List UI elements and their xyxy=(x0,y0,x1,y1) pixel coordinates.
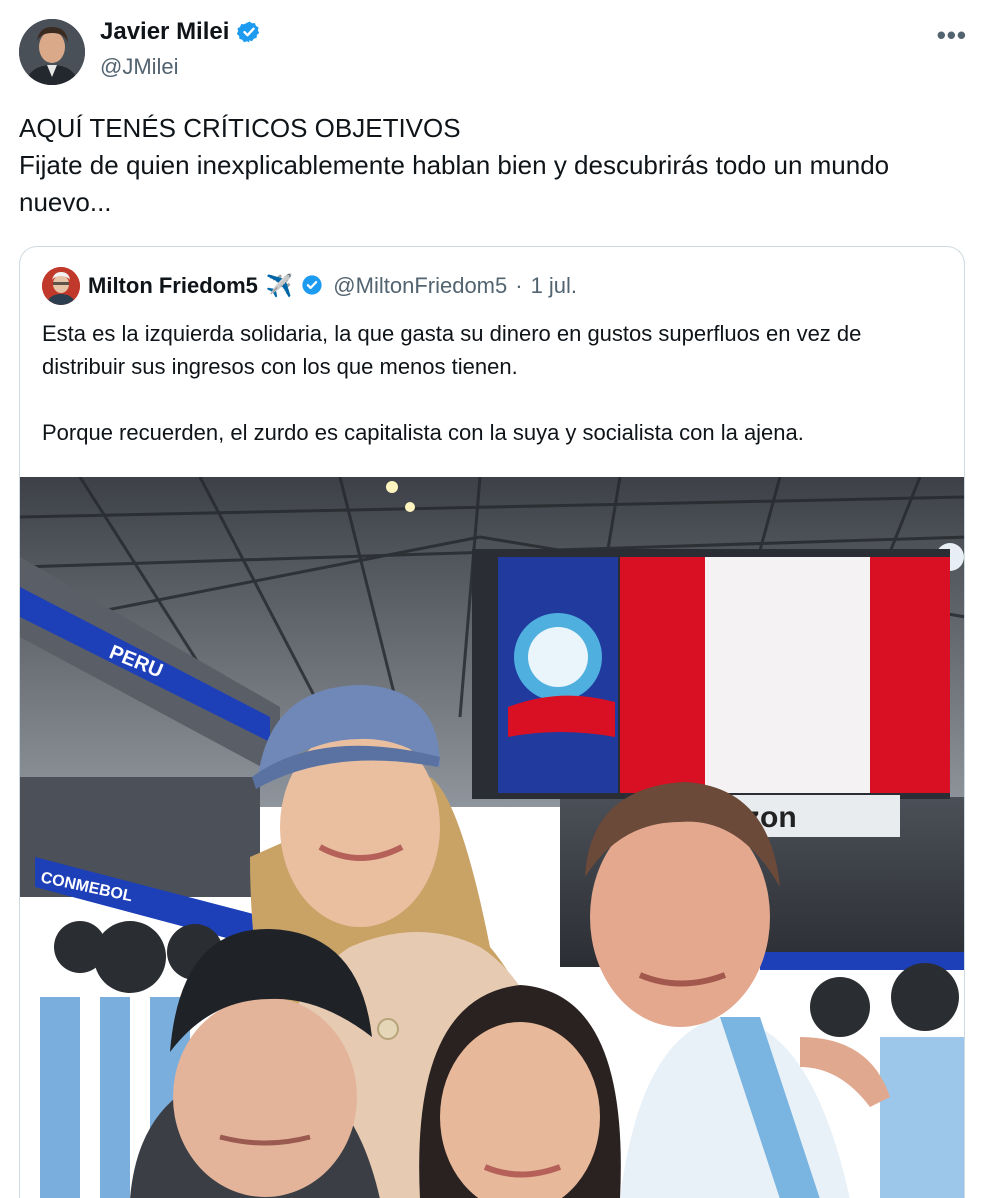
quoted-tweet-card[interactable]: Milton Friedom5 ✈️ @MiltonFriedom5 · 1 j… xyxy=(19,246,965,1198)
airplane-emoji-icon: ✈️ xyxy=(265,273,294,298)
tweet-text-line-2: Fijate de quien inexplicablemente hablan… xyxy=(19,150,897,217)
quoted-author-avatar[interactable] xyxy=(42,267,80,305)
quoted-separator: · xyxy=(515,273,523,298)
author-display-name[interactable]: Javier Milei xyxy=(100,18,229,46)
quoted-date[interactable]: 1 jul. xyxy=(531,273,577,299)
quoted-tweet-header: Milton Friedom5 ✈️ @MiltonFriedom5 · 1 j… xyxy=(42,267,577,305)
tweet: Javier Milei @JMilei ••• AQUÍ TENÉS CRÍT… xyxy=(0,0,997,1198)
quoted-paragraph-2: Porque recuerden, el zurdo es capitalist… xyxy=(42,420,804,445)
verified-badge-icon xyxy=(237,20,261,44)
author-avatar[interactable] xyxy=(19,19,85,85)
quoted-tweet-photo[interactable]: PERU CONMEBOL rizon xyxy=(20,477,964,1198)
author-handle[interactable]: @JMilei xyxy=(100,54,179,80)
quoted-paragraph-1: Esta es la izquierda solidaria, la que g… xyxy=(42,321,868,379)
tweet-text-line-1: AQUÍ TENÉS CRÍTICOS OBJETIVOS xyxy=(19,113,461,143)
quoted-verified-badge-icon xyxy=(301,274,325,298)
tweet-text: AQUÍ TENÉS CRÍTICOS OBJETIVOS Fijate de … xyxy=(19,110,969,221)
more-options-icon[interactable]: ••• xyxy=(937,20,967,51)
author-name-row: Javier Milei xyxy=(100,18,261,46)
quoted-author-handle[interactable]: @MiltonFriedom5 xyxy=(333,273,507,299)
quoted-author-name[interactable]: Milton Friedom5 xyxy=(88,273,258,299)
quoted-tweet-text: Esta es la izquierda solidaria, la que g… xyxy=(42,317,947,449)
